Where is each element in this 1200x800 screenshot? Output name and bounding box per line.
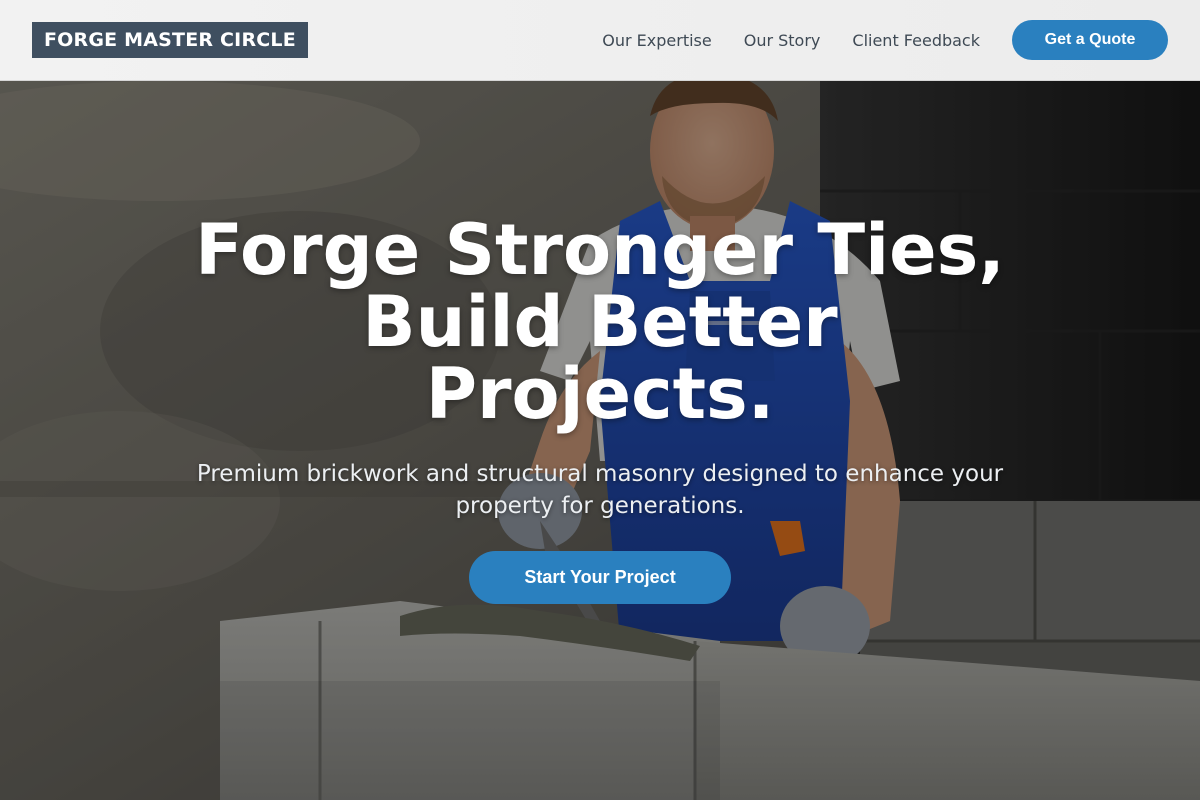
- main-nav: Our Expertise Our Story Client Feedback …: [602, 20, 1168, 60]
- hero-title-line-1: Forge Stronger Ties,: [195, 209, 1005, 291]
- get-a-quote-button[interactable]: Get a Quote: [1012, 20, 1168, 60]
- hero-title: Forge Stronger Ties, Build Better Projec…: [150, 214, 1050, 430]
- hero-content: Forge Stronger Ties, Build Better Projec…: [0, 81, 1200, 800]
- start-your-project-button[interactable]: Start Your Project: [469, 551, 731, 604]
- site-logo[interactable]: FORGE MASTER CIRCLE: [32, 22, 308, 58]
- nav-link-client-feedback[interactable]: Client Feedback: [852, 31, 980, 50]
- hero-section: Forge Stronger Ties, Build Better Projec…: [0, 81, 1200, 800]
- site-header: FORGE MASTER CIRCLE Our Expertise Our St…: [0, 0, 1200, 81]
- hero-title-line-2: Build Better: [362, 281, 838, 363]
- nav-link-our-expertise[interactable]: Our Expertise: [602, 31, 711, 50]
- hero-title-line-3: Projects.: [425, 353, 775, 435]
- nav-link-our-story[interactable]: Our Story: [744, 31, 821, 50]
- hero-subtitle: Premium brickwork and structural masonry…: [196, 461, 1004, 519]
